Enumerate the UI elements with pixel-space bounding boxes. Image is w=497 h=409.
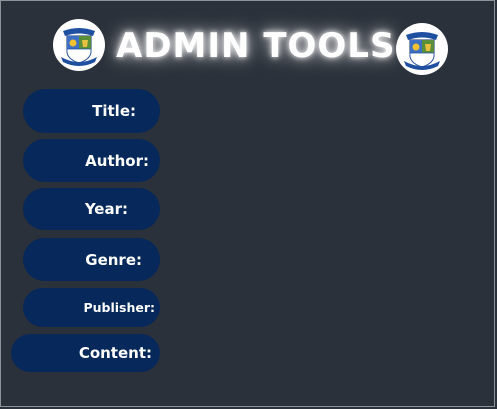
field-label: Genre: bbox=[85, 250, 142, 269]
field-label: Title: bbox=[92, 102, 136, 120]
title-field-button[interactable]: Title: bbox=[23, 89, 160, 133]
page-title: ADMIN TOOLS bbox=[116, 26, 396, 66]
year-field-button[interactable]: Year: bbox=[23, 188, 160, 230]
field-label: Content: bbox=[78, 344, 152, 362]
content-field-button[interactable]: Content: bbox=[11, 334, 160, 372]
school-crest-icon bbox=[396, 23, 448, 75]
field-label: Publisher: bbox=[83, 300, 155, 315]
field-label: Year: bbox=[84, 200, 128, 218]
genre-field-button[interactable]: Genre: bbox=[23, 238, 160, 281]
author-field-button[interactable]: Author: bbox=[23, 139, 160, 182]
field-label: Author: bbox=[85, 151, 149, 170]
school-crest-icon bbox=[53, 19, 105, 71]
header: ADMIN TOOLS bbox=[0, 14, 497, 84]
publisher-field-button[interactable]: Publisher: bbox=[23, 288, 160, 327]
